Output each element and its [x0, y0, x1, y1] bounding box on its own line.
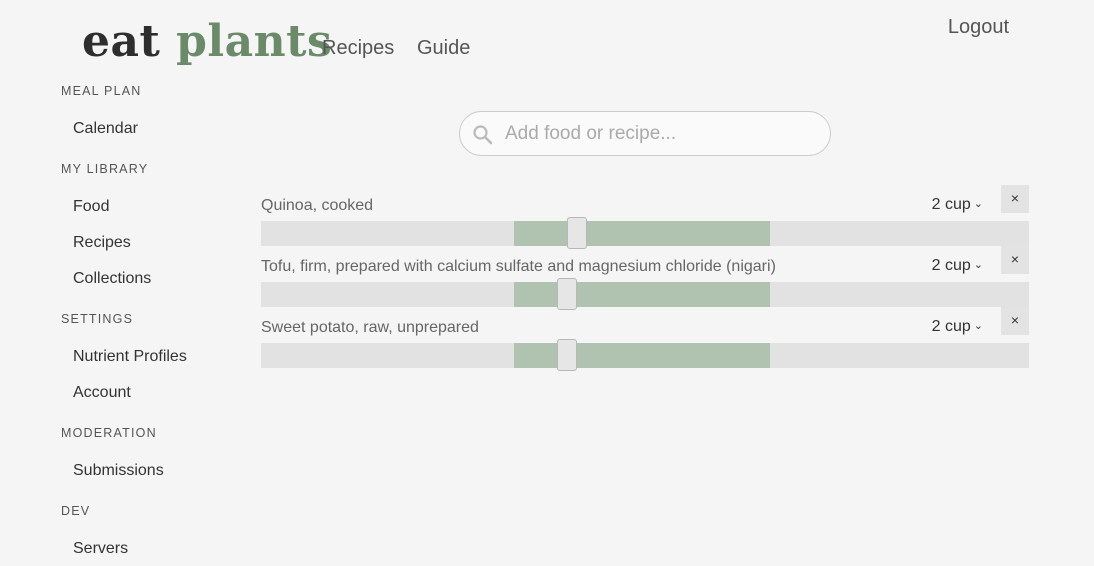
remove-food-button[interactable]: ×: [1001, 246, 1029, 274]
amount-slider-track[interactable]: [261, 278, 1029, 310]
sidebar-section-moderation: MODERATION Submissions: [61, 425, 164, 489]
sidebar-section-title: MY LIBRARY: [61, 162, 149, 176]
chevron-down-icon: ⌄: [973, 259, 983, 271]
quantity-value: 2 cup: [931, 257, 971, 274]
sidebar-item-collections[interactable]: Collections: [61, 261, 151, 297]
sidebar-section-title: SETTINGS: [61, 312, 134, 326]
sidebar-item-submissions[interactable]: Submissions: [61, 453, 164, 489]
search-input[interactable]: [505, 120, 820, 148]
amount-slider-track[interactable]: [261, 339, 1029, 371]
quantity-select[interactable]: 2 cup ⌄: [932, 318, 983, 336]
quantity-value: 2 cup: [931, 196, 971, 213]
sidebar-item-nutrient-profiles[interactable]: Nutrient Profiles: [61, 339, 187, 375]
food-item: Quinoa, cooked 2 cup ⌄ ×: [261, 185, 1029, 250]
amount-slider-thumb[interactable]: [557, 339, 577, 371]
amount-slider-thumb[interactable]: [557, 278, 577, 310]
amount-range-fill: [514, 343, 770, 368]
sidebar-item-recipes[interactable]: Recipes: [61, 225, 151, 261]
quantity-select[interactable]: 2 cup ⌄: [932, 196, 983, 214]
nav-guide-link[interactable]: Guide: [417, 37, 470, 60]
remove-food-button[interactable]: ×: [1001, 185, 1029, 213]
food-item: Tofu, firm, prepared with calcium sulfat…: [261, 246, 1029, 311]
sidebar-item-servers[interactable]: Servers: [61, 531, 128, 566]
logo-word-plants: plants: [176, 16, 333, 67]
sidebar-section-meal-plan: MEAL PLAN Calendar: [61, 83, 142, 147]
amount-slider-thumb[interactable]: [567, 217, 587, 249]
sidebar-section-settings: SETTINGS Nutrient Profiles Account: [61, 311, 187, 411]
amount-slider-track[interactable]: [261, 217, 1029, 249]
sidebar-section-dev: DEV Servers: [61, 503, 128, 566]
sidebar-section-title: DEV: [61, 504, 91, 518]
food-name: Tofu, firm, prepared with calcium sulfat…: [261, 258, 776, 275]
sidebar-item-calendar[interactable]: Calendar: [61, 111, 142, 147]
quantity-value: 2 cup: [931, 318, 971, 335]
remove-food-button[interactable]: ×: [1001, 307, 1029, 335]
quantity-select[interactable]: 2 cup ⌄: [932, 257, 983, 275]
sidebar-item-account[interactable]: Account: [61, 375, 187, 411]
nav-recipes-link[interactable]: Recipes: [322, 37, 394, 60]
sidebar-item-food[interactable]: Food: [61, 189, 151, 225]
sidebar-section-title: MEAL PLAN: [61, 84, 142, 98]
app-logo[interactable]: eat plants: [82, 14, 332, 70]
chevron-down-icon: ⌄: [973, 320, 983, 332]
logout-link[interactable]: Logout: [948, 16, 1009, 39]
search-icon: [472, 124, 494, 146]
food-item: Sweet potato, raw, unprepared 2 cup ⌄ ×: [261, 307, 1029, 372]
sidebar-section-title: MODERATION: [61, 426, 157, 440]
search-bar[interactable]: [459, 111, 831, 156]
sidebar-section-my-library: MY LIBRARY Food Recipes Collections: [61, 161, 151, 297]
logo-word-eat: eat: [82, 16, 161, 67]
food-name: Sweet potato, raw, unprepared: [261, 319, 479, 336]
amount-range-fill: [514, 221, 770, 246]
chevron-down-icon: ⌄: [973, 198, 983, 210]
food-name: Quinoa, cooked: [261, 197, 374, 214]
amount-range-fill: [514, 282, 770, 307]
